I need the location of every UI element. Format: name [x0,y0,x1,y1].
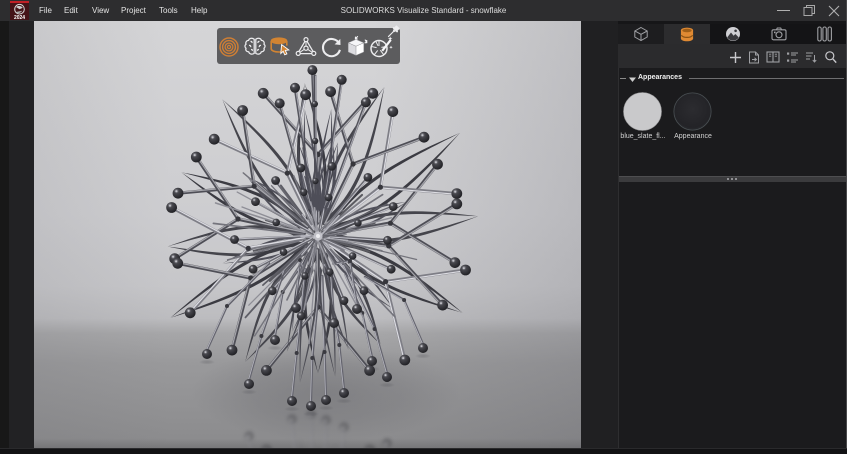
svg-text:2024: 2024 [14,15,25,20]
